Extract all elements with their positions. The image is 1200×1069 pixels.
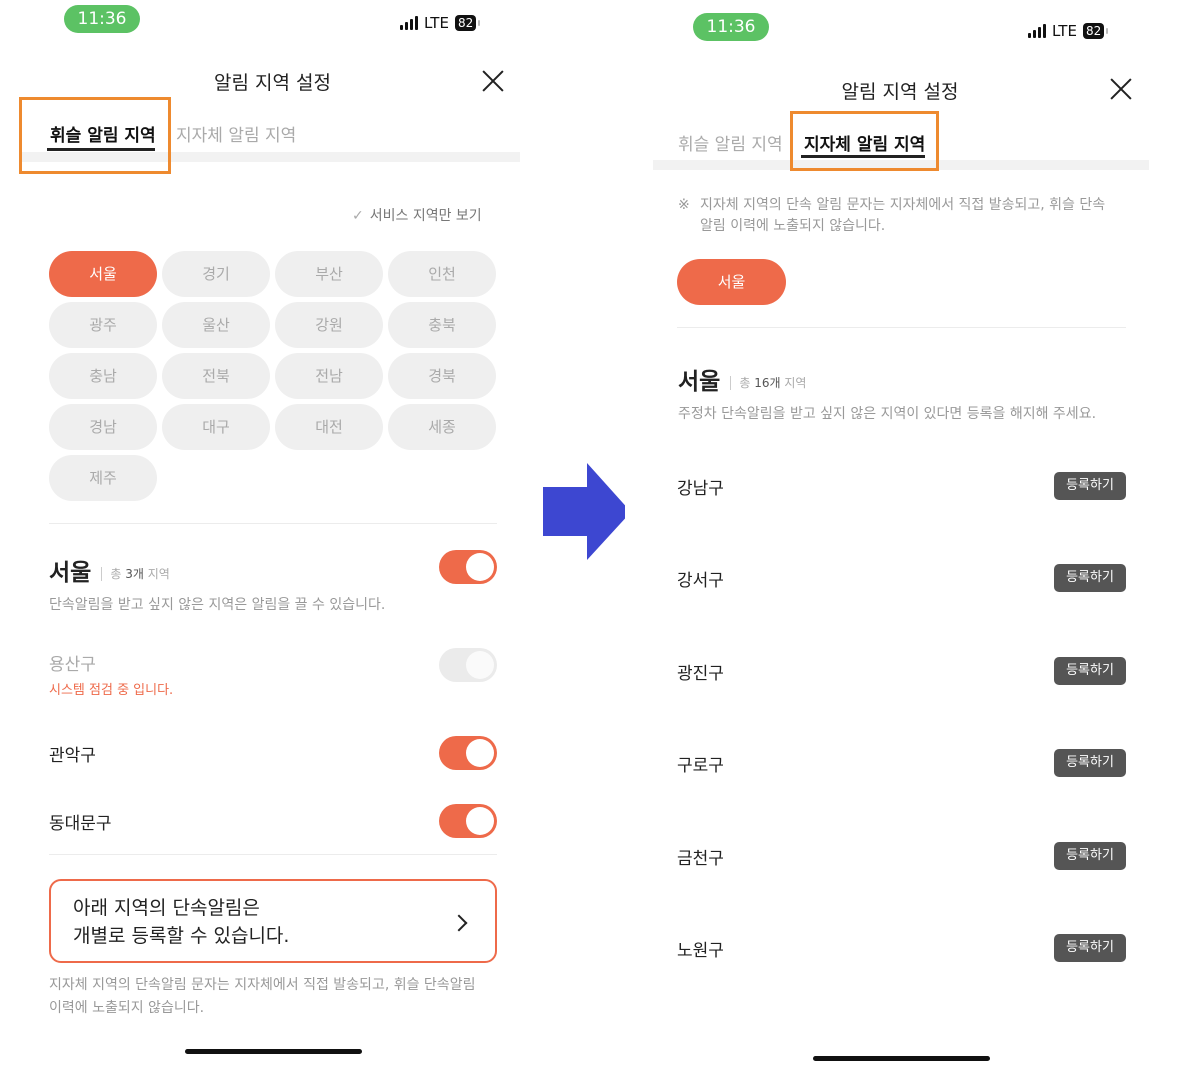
- region-description: 주정차 단속알림을 받고 싶지 않은 지역이 있다면 등록을 해지해 주세요.: [678, 406, 1097, 422]
- network-label: LTE: [1052, 22, 1077, 40]
- register-button[interactable]: 등록하기: [1054, 564, 1126, 593]
- count-prefix: 총: [739, 376, 755, 390]
- district-name: 광진구: [677, 663, 724, 684]
- close-icon[interactable]: [1110, 78, 1132, 100]
- count-number: 16개: [754, 376, 781, 390]
- title-separator: [101, 566, 103, 581]
- district-name-yongsan: 용산구: [49, 655, 96, 675]
- count-suffix: 지역: [780, 376, 807, 390]
- page-title: 알림 지역 설정: [841, 81, 959, 103]
- tab-municipal-alert[interactable]: 지자체 알림 지역: [176, 121, 296, 146]
- region-chip[interactable]: 경북: [388, 353, 496, 399]
- divider: [49, 854, 497, 855]
- count-suffix: 지역: [143, 567, 170, 581]
- region-chip-seoul[interactable]: 서울: [677, 259, 786, 305]
- home-indicator: [185, 1049, 362, 1054]
- region-description: 단속알림을 받고 싶지 않은 지역은 알림을 끌 수 있습니다.: [49, 597, 386, 613]
- region-chip[interactable]: 전북: [162, 353, 270, 399]
- notice-mark: ※: [678, 197, 690, 213]
- status-time: 11:36: [693, 13, 769, 41]
- register-button[interactable]: 등록하기: [1054, 934, 1126, 962]
- region-chip[interactable]: 강원: [275, 302, 383, 348]
- region-chip[interactable]: 세종: [388, 404, 496, 450]
- highlight-box: [19, 97, 171, 174]
- maintenance-notice: 시스템 점검 중 입니다.: [49, 683, 174, 698]
- page-title: 알림 지역 설정: [214, 72, 331, 94]
- district-name: 노원구: [677, 941, 724, 961]
- signal-icon: [400, 16, 418, 30]
- divider: [677, 327, 1126, 328]
- register-button[interactable]: 등록하기: [1054, 656, 1126, 685]
- cta-text-line1: 아래 지역의 단속알림은: [73, 897, 260, 919]
- district-name: 구로구: [677, 756, 724, 777]
- home-indicator: [813, 1056, 990, 1061]
- region-section-title: 서울 총 3개 지역: [49, 553, 170, 587]
- highlight-box: [790, 111, 939, 171]
- service-filter-label: 서비스 지역만 보기: [369, 208, 482, 224]
- status-indicators: LTE 82: [400, 14, 481, 32]
- notice-line1: 지자체 지역의 단속 알림 문자는 지자체에서 직접 발송되고, 휘슬 단속: [700, 197, 1106, 213]
- switch-knob: [466, 739, 494, 767]
- chevron-right-icon: [450, 914, 468, 932]
- switch-knob: [466, 807, 494, 835]
- region-toggle-switch[interactable]: [439, 550, 497, 584]
- region-count: 총 3개 지역: [110, 567, 169, 581]
- register-button[interactable]: 등록하기: [1054, 472, 1126, 500]
- municipal-notice: ※ 지자체 지역의 단속 알림 문자는 지자체에서 직접 발송되고, 휘슬 단속…: [678, 195, 1148, 237]
- region-name: 서울: [678, 369, 721, 395]
- region-chip[interactable]: 대구: [162, 404, 270, 450]
- region-section-title: 서울 총 16개 지역: [678, 362, 806, 396]
- district-name: 강서구: [677, 571, 724, 592]
- divider: [49, 523, 497, 524]
- register-button[interactable]: 등록하기: [1054, 749, 1126, 778]
- battery-icon: 82: [454, 15, 481, 31]
- region-chip[interactable]: 충남: [49, 353, 157, 399]
- count-number: 3개: [125, 567, 144, 581]
- region-name: 서울: [49, 560, 92, 586]
- region-chip[interactable]: 서울: [49, 251, 157, 297]
- region-count: 총 16개 지역: [739, 376, 806, 390]
- region-chip[interactable]: 대전: [275, 404, 383, 450]
- individual-registration-button[interactable]: 아래 지역의 단속알림은 개별로 등록할 수 있습니다.: [49, 879, 497, 963]
- region-chip[interactable]: 울산: [162, 302, 270, 348]
- signal-icon: [1028, 24, 1046, 38]
- district-name-dongdaemun: 동대문구: [49, 814, 112, 834]
- right-arrow-icon: [543, 463, 631, 560]
- footnote-line2: 이력에 노출되지 않습니다.: [49, 1000, 205, 1016]
- region-chip[interactable]: 전남: [275, 353, 383, 399]
- switch-knob: [466, 651, 494, 679]
- region-chip[interactable]: 경남: [49, 404, 157, 450]
- district-toggle-yongsan[interactable]: [439, 648, 497, 682]
- switch-knob: [466, 553, 494, 581]
- district-toggle-dongdaemun[interactable]: [439, 804, 497, 838]
- network-label: LTE: [424, 14, 449, 32]
- right-screen: 11:36 LTE 82 알림 지역 설정 휘슬 알림 지역 지자체 알림 지역…: [625, 0, 1200, 1069]
- cta-text-line2: 개별로 등록할 수 있습니다.: [73, 925, 290, 947]
- close-icon[interactable]: [482, 70, 504, 92]
- check-icon: ✓: [352, 208, 364, 224]
- notice-line2: 알림 이력에 노출되지 않습니다.: [700, 218, 886, 234]
- footnote-line1: 지자체 지역의 단속알림 문자는 지자체에서 직접 발송되고, 휘슬 단속알림: [49, 977, 476, 993]
- left-screen: 11:36 LTE 82 알림 지역 설정 휘슬 알림 지역 지자체 알림 지역…: [0, 0, 545, 1069]
- register-button[interactable]: 등록하기: [1054, 841, 1126, 870]
- status-indicators: LTE 82: [1028, 22, 1109, 40]
- service-filter-checkbox[interactable]: ✓ 서비스 지역만 보기: [352, 205, 482, 225]
- district-name: 금천구: [677, 848, 724, 869]
- count-prefix: 총: [110, 567, 126, 581]
- region-chip[interactable]: 충북: [388, 302, 496, 348]
- status-time: 11:36: [64, 5, 140, 33]
- region-chip[interactable]: 제주: [49, 455, 157, 501]
- district-name-gwanak: 관악구: [49, 746, 96, 766]
- tab-whistle-alert[interactable]: 휘슬 알림 지역: [678, 130, 783, 155]
- region-chip[interactable]: 광주: [49, 302, 157, 348]
- district-name: 강남구: [677, 479, 724, 499]
- district-toggle-gwanak[interactable]: [439, 736, 497, 770]
- region-chip[interactable]: 부산: [275, 251, 383, 297]
- title-separator: [730, 375, 732, 390]
- battery-icon: 82: [1082, 23, 1109, 39]
- region-chip[interactable]: 인천: [388, 251, 496, 297]
- region-chip[interactable]: 경기: [162, 251, 270, 297]
